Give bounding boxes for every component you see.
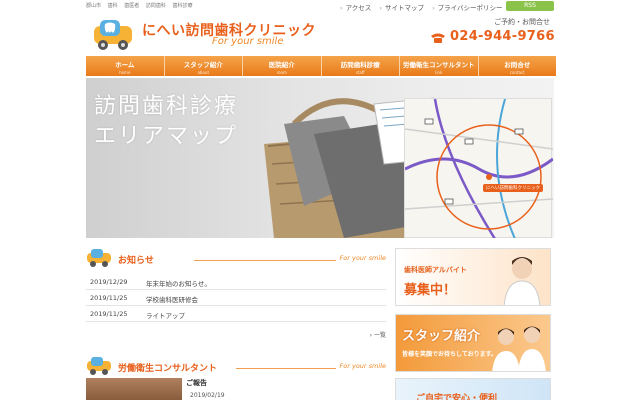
news-item[interactable]: 2019/12/29 年末年始のお知らせ。 [86,274,386,290]
nav-label: 訪問歯科診療 [340,61,380,69]
sitemap-link[interactable]: サイトマップ [385,4,424,12]
staff-photo [492,326,546,371]
nav-item-clinic[interactable]: 医院紹介 room [243,56,322,76]
chevron-right-icon: › [379,4,382,12]
chevron-right-icon: › [432,4,435,12]
staff-banner-subtitle: 皆様を笑顔でお待ちしております。 [402,351,498,358]
area-map[interactable]: にへい訪問歯科クリニック [404,98,554,238]
consultant-title: 労働衛生コンサルタント [118,364,218,374]
nav-sublabel: about [197,70,210,75]
news-section: お知らせ For your smile 2019/12/29 年末年始のお知らせ… [86,248,386,339]
staff-banner[interactable]: スタッフ紹介 皆様を笑顔でお待ちしております。 [395,314,551,372]
nav-label: お問合せ [504,61,531,69]
hero-banner: 訪問歯科診療 エリアマップ にへい訪問歯科クリニック [86,78,554,238]
top-bar: 郡山市 歯科 歯医者 訪問歯科 歯科診療 › アクセス › サイトマップ › プライバ… [0,0,640,12]
chevron-right-icon: › [369,332,373,339]
report-date: 2019/02/19 [190,392,225,399]
area-map-graphic [404,98,554,238]
news-header: お知らせ For your smile [86,248,386,268]
nav-sublabel: home [119,70,131,75]
news-date: 2019/11/25 [90,310,128,318]
global-nav: ホーム home スタッフ紹介 about 医院紹介 room 訪問歯科診療 s… [86,56,556,76]
contact-label: ご予約・お問合せ [494,18,550,26]
news-tagline: For your smile [339,254,386,262]
chevron-right-icon: › [340,4,343,12]
nav-sublabel: room [276,70,287,75]
privacy-policy-link[interactable]: プライバシーポリシー [438,4,503,12]
hero-title-line2: エリアマップ [94,124,239,149]
news-title-link[interactable]: 年末年始のお知らせ。 [146,278,211,288]
doctor-photo [503,257,541,305]
access-link[interactable]: アクセス [346,4,372,12]
recruit-subtitle: 歯科医師アルバイト [404,266,467,274]
phone-icon [431,33,445,43]
home-visit-text: ご自宅で安心・便利 [416,394,498,400]
staff-banner-title: スタッフ紹介 [402,329,481,344]
contact-block: ご予約・お問合せ 024-944-9766 [430,16,555,50]
news-item[interactable]: 2019/11/25 ライトアップ [86,306,386,322]
nav-label: 医院紹介 [268,61,295,69]
nav-item-consultant[interactable]: 労働衛生コンサルタント link [400,56,479,76]
more-label: 一覧 [373,332,386,339]
nav-label: スタッフ紹介 [183,61,223,69]
consultant-header: 労働衛生コンサルタント For your smile [86,356,386,376]
nav-item-home[interactable]: ホーム home [86,56,165,76]
phone-number[interactable]: 024-944-9766 [450,29,555,44]
nav-label: 労働衛生コンサルタント [403,61,475,69]
consultant-photo [86,378,182,400]
logo-subtitle: For your smile [212,36,284,47]
nav-item-home-visit[interactable]: 訪問歯科診療 staff [321,56,400,76]
keyword: 歯科 [107,3,118,9]
news-title: お知らせ [118,256,154,266]
keyword: 訪問歯科 [145,3,166,9]
nav-sublabel: link [435,70,443,75]
news-title-link[interactable]: 学校歯科医研修会 [146,294,198,304]
nav-item-contact[interactable]: お問合せ contact [478,56,556,76]
nav-sublabel: staff [355,70,365,75]
news-date: 2019/11/25 [90,294,128,302]
hero-title-line1: 訪問歯科診療 [94,94,239,119]
home-visit-banner[interactable]: ご自宅で安心・便利 [395,378,551,400]
consultant-section: 労働衛生コンサルタント For your smile ご報告 2019/02/1… [86,356,386,400]
news-list: 2019/12/29 年末年始のお知らせ。 2019/11/25 学校歯科医研修… [86,274,386,322]
keyword: 郡山市 [86,3,102,9]
tooth-car-icon [87,249,111,267]
report-title[interactable]: ご報告 [186,378,207,388]
utility-links: › アクセス › サイトマップ › プライバシーポリシー [340,2,509,12]
divider [236,368,336,369]
site-logo[interactable]: にへい訪問歯科クリニック For your smile [86,16,316,54]
recruit-banner[interactable]: 歯科医師アルバイト 募集中！ [395,248,551,306]
tooth-car-icon [94,20,132,50]
tooth-car-icon [87,357,111,375]
news-more-link[interactable]: › 一覧 [370,330,386,339]
divider [194,260,336,261]
news-date: 2019/12/29 [90,278,128,286]
news-item[interactable]: 2019/11/25 学校歯科医研修会 [86,290,386,306]
keyword: 歯科診療 [172,3,193,9]
nav-label: ホーム [115,61,135,69]
rss-label: RSS [524,2,536,9]
nav-sublabel: contact [509,70,525,75]
consultant-tagline: For your smile [339,362,386,370]
keyword-list: 郡山市 歯科 歯医者 訪問歯科 歯科診療 [86,2,197,9]
map-clinic-badge: にへい訪問歯科クリニック [483,184,543,192]
keyword: 歯医者 [124,3,140,9]
nav-item-staff[interactable]: スタッフ紹介 about [164,56,243,76]
news-title-link[interactable]: ライトアップ [146,310,185,320]
rss-button[interactable]: RSS [506,1,554,11]
recruit-title: 募集中！ [404,283,457,298]
